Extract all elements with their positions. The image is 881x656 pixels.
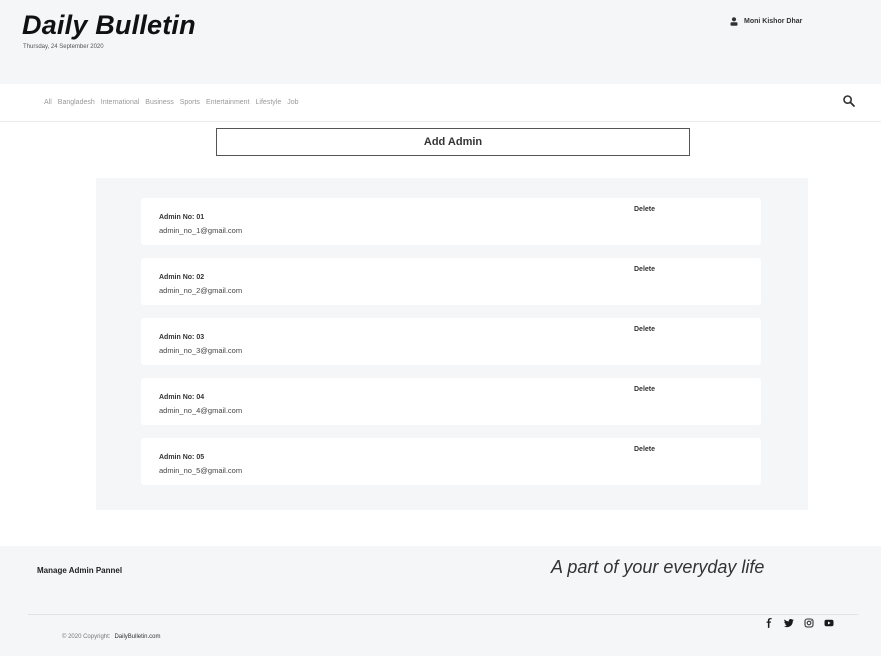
twitter-icon[interactable] [784,618,794,628]
nav-item-business[interactable]: Business [145,99,173,106]
site-footer: Manage Admin Pannel A part of your every… [0,546,881,656]
admin-name: Admin No: 02 [159,274,205,281]
delete-admin-button[interactable]: Delete [634,326,655,333]
manage-admin-link[interactable]: Manage Admin Pannel [37,566,122,575]
nav-item-international[interactable]: International [101,99,140,106]
youtube-icon[interactable] [824,618,834,628]
copyright-label: © 2020 Copyright: [62,634,111,640]
nav-item-entertainment[interactable]: Entertainment [206,99,250,106]
user-name: Moni Kishor Dhar [744,18,803,25]
admin-name: Admin No: 05 [159,454,205,461]
current-date: Thursday, 24 September 2020 [23,44,104,50]
nav-item-lifestyle[interactable]: Lifestyle [256,99,282,106]
admin-card: Admin No: 05 admin_no_5@gmail.com Delete [141,438,761,485]
nav-item-job[interactable]: Job [287,99,298,106]
admin-email: admin_no_4@gmail.com [159,406,243,415]
delete-admin-button[interactable]: Delete [634,446,655,453]
admin-card: Admin No: 02 admin_no_2@gmail.com Delete [141,258,761,305]
copyright-text: © 2020 Copyright: DailyBulletin.com [62,634,160,640]
site-header: Daily Bulletin Thursday, 24 September 20… [0,0,881,84]
admin-email: admin_no_2@gmail.com [159,286,243,295]
admin-list-panel: Admin No: 01 admin_no_1@gmail.com Delete Ad… [96,178,808,510]
admin-email: admin_no_5@gmail.com [159,466,243,475]
admin-email: admin_no_1@gmail.com [159,226,243,235]
admin-card: Admin No: 03 admin_no_3@gmail.com Delete [141,318,761,365]
admin-card: Admin No: 01 admin_no_1@gmail.com Delete [141,198,761,245]
nav-item-sports[interactable]: Sports [180,99,200,106]
user-icon [730,17,738,26]
delete-admin-button[interactable]: Delete [634,386,655,393]
admin-email: admin_no_3@gmail.com [159,346,243,355]
nav-divider [0,121,881,122]
site-link[interactable]: DailyBulletin.com [114,634,160,640]
search-icon[interactable] [842,94,856,108]
facebook-icon[interactable] [764,618,774,628]
admin-name: Admin No: 03 [159,334,205,341]
add-admin-button[interactable]: Add Admin [216,128,690,156]
footer-divider [28,614,858,615]
footer-tagline: A part of your everyday life [551,557,765,577]
delete-admin-button[interactable]: Delete [634,266,655,273]
site-logo[interactable]: Daily Bulletin [22,10,196,41]
admin-name: Admin No: 01 [159,214,205,221]
admin-name: Admin No: 04 [159,394,205,401]
instagram-icon[interactable] [804,618,814,628]
delete-admin-button[interactable]: Delete [634,206,655,213]
category-list: All Bangladesh International Business Sports… [44,99,299,106]
social-links [764,618,834,628]
nav-item-all[interactable]: All [44,99,52,106]
nav-item-bangladesh[interactable]: Bangladesh [58,99,95,106]
admin-card: Admin No: 04 admin_no_4@gmail.com Delete [141,378,761,425]
category-nav: All Bangladesh International Business Sports… [0,90,881,118]
user-menu[interactable]: Moni Kishor Dhar [730,17,802,26]
